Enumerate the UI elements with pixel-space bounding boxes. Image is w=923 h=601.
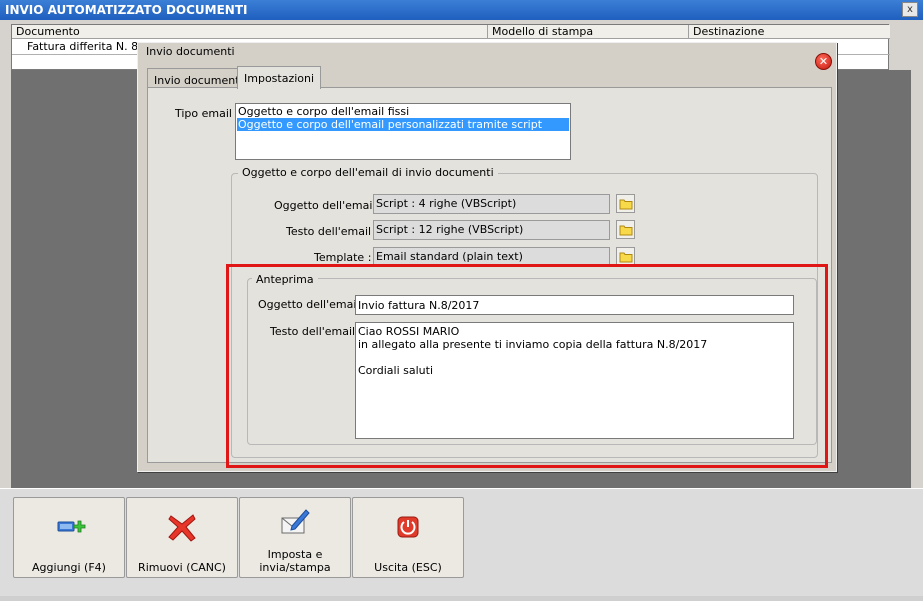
window-close-button[interactable]: x [902, 2, 918, 17]
testo-folder-button[interactable] [616, 220, 635, 239]
power-icon [353, 510, 463, 544]
email-group-title: Oggetto e corpo dell'email di invio docu… [238, 166, 498, 179]
delete-x-icon [127, 510, 237, 544]
aggiungi-button[interactable]: Aggiungi (F4) [13, 497, 125, 578]
tipo-email-list[interactable]: Oggetto e corpo dell'email fissi Oggetto… [235, 103, 571, 160]
imposta-label-line1: Imposta e [267, 548, 323, 561]
column-header-destinazione[interactable]: Destinazione [689, 25, 890, 39]
column-header-documento[interactable]: Documento [12, 25, 488, 39]
table-row[interactable]: Fattura differita N. 8/20 [23, 40, 153, 54]
list-item[interactable]: Oggetto e corpo dell'email fissi [237, 105, 569, 118]
rimuovi-label: Rimuovi (CANC) [138, 561, 226, 574]
close-icon[interactable]: ✕ [815, 53, 832, 70]
template-label: Template : [314, 251, 372, 264]
imposta-label-line2: invia/stampa [259, 561, 331, 574]
oggetto-script-field: Script : 4 righe (VBScript) [373, 194, 610, 214]
list-item-selected[interactable]: Oggetto e corpo dell'email personalizzat… [237, 118, 569, 131]
envelope-pen-icon [240, 506, 350, 540]
dialog-title: Invio documenti [146, 45, 235, 58]
aggiungi-label: Aggiungi (F4) [32, 561, 106, 574]
tipo-email-label: Tipo email : [175, 107, 240, 120]
status-strip [0, 596, 923, 601]
tab-invio-documenti[interactable]: Invio documenti [147, 68, 250, 88]
imposta-invia-button[interactable]: Imposta e invia/stampa [239, 497, 351, 578]
uscita-label: Uscita (ESC) [374, 561, 442, 574]
uscita-button[interactable]: Uscita (ESC) [352, 497, 464, 578]
column-header-modello[interactable]: Modello di stampa [488, 25, 689, 39]
oggetto-folder-button[interactable] [616, 194, 635, 213]
testo-label: Testo dell'email : [286, 225, 379, 238]
testo-script-field: Script : 12 righe (VBScript) [373, 220, 610, 240]
imposta-label: Imposta e invia/stampa [240, 548, 350, 574]
window-title: INVIO AUTOMATIZZATO DOCUMENTI [0, 0, 923, 20]
tab-impostazioni[interactable]: Impostazioni [237, 66, 322, 89]
folder-icon [619, 199, 632, 210]
rimuovi-button[interactable]: Rimuovi (CANC) [126, 497, 238, 578]
add-icon [14, 510, 124, 544]
folder-icon [619, 225, 632, 236]
folder-icon [619, 252, 632, 263]
oggetto-label: Oggetto dell'email : [274, 199, 383, 212]
highlight-frame [226, 264, 828, 468]
